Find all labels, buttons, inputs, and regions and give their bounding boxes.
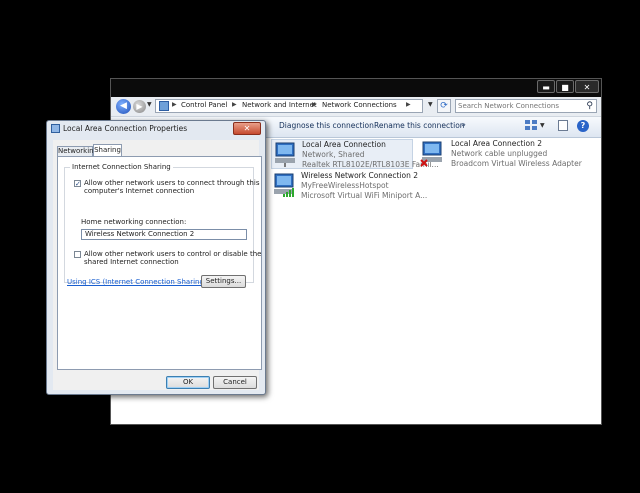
- change-view-icon[interactable]: [525, 120, 537, 131]
- recent-pages-dropdown[interactable]: ▼: [147, 101, 152, 108]
- address-dropdown-icon[interactable]: ▼: [428, 101, 433, 108]
- dialog-title: Local Area Connection Properties: [63, 124, 188, 133]
- home-networking-label: Home networking connection:: [81, 218, 187, 226]
- breadcrumb-network-and-internet[interactable]: Network and Internet: [242, 101, 317, 109]
- allow-control-label-line2: shared Internet connection: [84, 258, 179, 266]
- chevron-right-icon: ▶: [172, 101, 177, 108]
- allow-connect-label-line1: Allow other network users to connect thr…: [84, 179, 260, 187]
- allow-connect-label-line2: computer's Internet connection: [84, 187, 195, 195]
- connection-name: Local Area Connection 2: [451, 139, 543, 148]
- search-input[interactable]: [458, 101, 580, 111]
- tab-networking[interactable]: Networking: [57, 146, 98, 156]
- maximize-button[interactable]: ■: [556, 80, 574, 93]
- chevron-down-icon: ▼: [147, 101, 152, 108]
- connection-device: Microsoft Virtual WiFi Miniport A...: [301, 191, 428, 200]
- allow-control-checkbox[interactable]: [74, 251, 81, 258]
- ok-button[interactable]: OK: [166, 376, 210, 389]
- close-button[interactable]: ✕: [575, 80, 599, 93]
- cancel-button[interactable]: Cancel: [213, 376, 257, 389]
- breadcrumb-network-connections[interactable]: Network Connections: [322, 101, 397, 109]
- wired-network-icon: [275, 142, 295, 167]
- back-button[interactable]: ◀: [116, 99, 131, 114]
- settings-button[interactable]: Settings...: [201, 275, 246, 288]
- minimize-button[interactable]: ▬: [537, 80, 555, 93]
- search-icon[interactable]: ⚲: [586, 101, 593, 111]
- chevron-right-icon[interactable]: ▶: [406, 101, 411, 108]
- more-commands-button[interactable]: »: [461, 120, 466, 129]
- network-adapter-icon: [51, 124, 60, 133]
- dialog-titlebar[interactable]: Local Area Connection Properties ✕: [47, 121, 265, 137]
- dialog-client-area: Networking Sharing Internet Connection S…: [53, 140, 262, 390]
- address-bar: ◀ ▶ ▼ ▶ Control Panel ▶ Network and Inte…: [111, 97, 601, 117]
- address-box[interactable]: ▶ Control Panel ▶ Network and Internet ▶…: [155, 99, 433, 113]
- wired-network-disconnected-icon: [420, 141, 442, 167]
- search-box[interactable]: ⚲: [455, 99, 597, 113]
- allow-connect-checkbox[interactable]: ✓: [74, 180, 81, 188]
- connection-status: Network cable unplugged: [451, 149, 548, 158]
- forward-button[interactable]: ▶: [133, 100, 146, 113]
- window-titlebar[interactable]: ▬ ■ ✕: [111, 79, 601, 97]
- refresh-button[interactable]: ⟳: [437, 99, 451, 113]
- breadcrumb-control-panel[interactable]: Control Panel: [181, 101, 227, 109]
- help-button[interactable]: ?: [577, 120, 589, 132]
- ics-group-box: Internet Connection Sharing ✓ Allow othe…: [64, 163, 261, 283]
- connection-text: Local Area Connection 2 Network cable un…: [451, 139, 582, 169]
- connection-status: MyFreeWirelessHotspot: [301, 181, 389, 190]
- connection-text: Wireless Network Connection 2 MyFreeWire…: [301, 171, 427, 201]
- connection-name: Wireless Network Connection 2: [301, 171, 419, 180]
- back-arrow-icon: ◀: [120, 101, 127, 111]
- ics-help-link[interactable]: Using ICS (Internet Connection Sharing): [67, 278, 207, 286]
- rename-connection-button[interactable]: Rename this connection: [374, 121, 465, 130]
- connection-item-local-area-connection[interactable]: Local Area Connection Network, Shared Re…: [271, 139, 439, 169]
- dialog-close-button[interactable]: ✕: [233, 122, 261, 135]
- connection-device: Broadcom Virtual Wireless Adapter: [451, 159, 582, 168]
- chevron-right-icon[interactable]: ▶: [232, 101, 237, 108]
- preview-pane-icon[interactable]: [558, 120, 568, 131]
- connection-item-local-area-connection-2[interactable]: Local Area Connection 2 Network cable un…: [419, 139, 601, 169]
- chevron-right-icon[interactable]: ▶: [312, 101, 317, 108]
- forward-arrow-icon: ▶: [136, 102, 143, 111]
- checkmark-icon: ✓: [75, 180, 81, 188]
- sharing-tab-panel: Internet Connection Sharing ✓ Allow othe…: [57, 156, 262, 370]
- connection-properties-dialog: Local Area Connection Properties ✕ Netwo…: [46, 120, 266, 395]
- view-options-dropdown-icon[interactable]: ▼: [540, 122, 545, 129]
- connection-item-wireless-network-connection-2[interactable]: Wireless Network Connection 2 MyFreeWire…: [271, 171, 427, 201]
- wireless-network-icon: [274, 173, 294, 197]
- control-panel-icon: [159, 101, 169, 111]
- allow-control-label-line1: Allow other network users to control or …: [84, 250, 262, 258]
- home-networking-select[interactable]: Wireless Network Connection 2: [81, 229, 247, 240]
- diagnose-connection-button[interactable]: Diagnose this connection: [279, 121, 374, 130]
- refresh-icon: ⟳: [440, 101, 448, 111]
- group-label: Internet Connection Sharing: [70, 163, 173, 171]
